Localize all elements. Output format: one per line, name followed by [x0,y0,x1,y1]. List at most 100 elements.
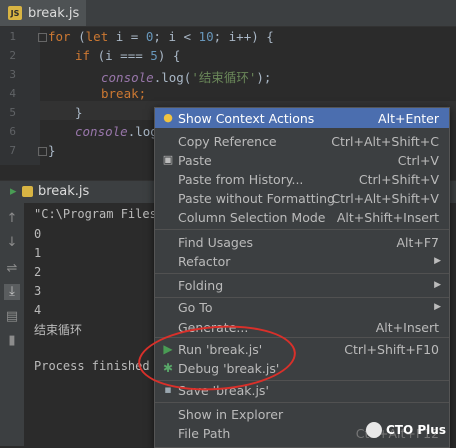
code-line-7[interactable]: } [48,143,56,158]
menu-separator [155,273,449,274]
code-line-1[interactable]: for (let i = 0; i < 10; i++) { [48,29,274,44]
menu-item-shortcut: Ctrl+Shift+V [358,171,439,187]
console-line: 结束循环 [34,323,83,337]
line-number: 1 [9,30,16,43]
code-text: ( [70,29,86,44]
code-text: (i === [90,48,151,63]
submenu-arrow-icon: ▶ [434,280,441,290]
editor-context-menu: ● Show Context Actions Alt+Enter Copy Re… [154,107,450,448]
code-text: ; [138,86,147,101]
fold-marker-icon[interactable] [38,147,47,156]
menu-item-show-context-actions[interactable]: ● Show Context Actions Alt+Enter [155,108,449,128]
watermark: CTO Plus [366,422,446,438]
menu-item-shortcut: Alt+Insert [375,319,439,335]
code-line-3[interactable]: console.log('结束循环'); [101,67,271,86]
code-text: } [75,105,83,120]
trash-icon[interactable]: ▮ [4,333,20,349]
menu-item-label: Refactor [178,253,231,269]
menu-item-label: File Path [178,425,231,441]
down-arrow-icon[interactable]: ↓ [4,235,20,251]
code-text: ; i < [153,29,199,44]
up-arrow-icon[interactable]: ↑ [4,211,20,227]
menu-item-show-in-explorer[interactable]: Show in Explorer [155,404,449,424]
code-text: ); [256,70,272,85]
menu-item-copy-reference[interactable]: Copy Reference Ctrl+Alt+Shift+C [155,131,449,151]
menu-item-folding[interactable]: Folding ▶ [155,275,449,295]
menu-item-shortcut: Ctrl+Alt+Shift+V [331,190,439,206]
run-tab-label[interactable]: break.js [38,184,89,199]
line-number: 7 [9,144,16,157]
menu-item-label: Paste from History... [178,171,304,187]
paste-icon: ▣ [162,153,174,166]
menu-item-label: Paste [178,152,212,168]
identifier: console [75,124,128,139]
menu-item-refactor[interactable]: Refactor ▶ [155,251,449,271]
line-number: 4 [9,87,16,100]
string-literal: '结束循环' [191,70,257,85]
menu-separator [155,402,449,403]
code-text: i = [108,29,146,44]
line-number: 2 [9,49,16,62]
print-icon[interactable]: ▤ [4,309,20,325]
console-line: "C:\Program Files\ [34,207,165,221]
editor-tab-break-js[interactable]: JS break.js [0,0,86,26]
lightbulb-icon: ● [163,111,173,124]
menu-separator [155,229,449,230]
keyword: if [75,48,91,63]
menu-item-shortcut: Ctrl+Alt+Shift+C [331,133,439,149]
soft-wrap-icon[interactable]: ⇌ [4,261,20,277]
scroll-to-end-icon[interactable]: ⤓ [4,284,20,300]
line-number: 3 [9,68,16,81]
js-file-icon [22,186,33,197]
console-line: 0 [34,227,42,241]
menu-item-shortcut: Ctrl+Shift+F10 [344,341,439,357]
menu-item-shortcut: Alt+Shift+Insert [336,209,439,225]
console-line: 3 [34,284,42,298]
code-text: .log( [153,70,192,85]
run-icon: ▸ [10,184,17,199]
identifier: console [101,70,154,85]
console-line: 1 [34,246,42,260]
line-number: 6 [9,125,16,138]
code-text: } [48,143,56,158]
menu-item-find-usages[interactable]: Find Usages Alt+F7 [155,232,449,252]
menu-item-label: Column Selection Mode [178,209,326,225]
code-text: ) { [157,48,181,63]
menu-item-shortcut: Alt+F7 [396,234,439,250]
submenu-arrow-icon: ▶ [434,256,441,266]
menu-item-shortcut: Alt+Enter [378,110,439,126]
run-toolbar: ↑ ↓ ⇌ ⤓ ▤ ▮ [0,203,24,446]
keyword: break [101,86,139,101]
menu-item-label: Find Usages [178,234,254,250]
code-line-5[interactable]: } [75,105,83,120]
keyword: for [48,29,71,44]
menu-item-paste-without-formatting[interactable]: Paste without Formatting Ctrl+Alt+Shift+… [155,188,449,208]
menu-item-label: Copy Reference [178,133,277,149]
editor-tab-label: break.js [28,5,80,21]
menu-item-go-to[interactable]: Go To ▶ [155,297,449,317]
code-text: ; i++) { [213,29,274,44]
menu-item-label: Show Context Actions [178,110,315,126]
menu-item-label: Folding [178,277,224,293]
number-literal: 5 [150,48,158,63]
line-number: 5 [9,106,16,119]
js-file-icon: JS [8,6,22,20]
watermark-logo-icon [366,422,382,438]
keyword: let [85,29,109,44]
watermark-text: CTO Plus [386,423,446,437]
code-line-2[interactable]: if (i === 5) { [75,48,180,63]
editor-tab-bar: JS break.js [0,0,456,27]
menu-item-label: Show in Explorer [178,406,284,422]
code-line-4[interactable]: break; [101,86,146,101]
menu-item-paste[interactable]: ▣ Paste Ctrl+V [155,150,449,170]
menu-item-column-selection-mode[interactable]: Column Selection Mode Alt+Shift+Insert [155,207,449,227]
menu-item-shortcut: Ctrl+V [397,152,439,168]
console-line: 4 [34,303,42,317]
code-line-6[interactable]: console.log( [75,124,165,139]
menu-item-label: Paste without Formatting [178,190,335,206]
menu-item-paste-from-history[interactable]: Paste from History... Ctrl+Shift+V [155,169,449,189]
fold-marker-icon[interactable] [38,33,47,42]
submenu-arrow-icon: ▶ [434,302,441,312]
console-line: 2 [34,265,42,279]
number-literal: 10 [198,29,214,44]
